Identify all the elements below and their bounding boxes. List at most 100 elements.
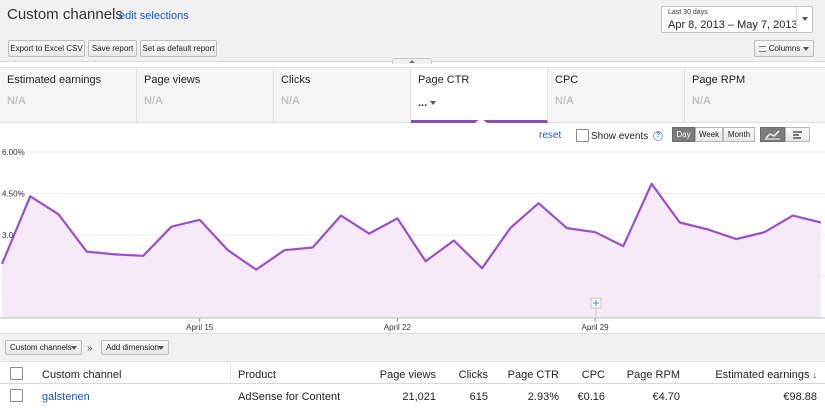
data-point[interactable] [55,211,61,217]
data-point[interactable] [620,243,626,249]
columns-button[interactable]: Columns [754,40,814,57]
granularity-month-button[interactable]: Month [723,127,755,142]
report-header: Custom channels edit selections Last 30 … [0,0,825,62]
metric-label: Clicks [281,74,311,86]
save-report-button[interactable]: Save report [88,40,137,57]
dimension-separator: » [87,343,93,354]
help-icon[interactable]: ? [653,131,663,141]
data-point[interactable] [423,258,429,264]
metric-tile-clicks[interactable]: Clicks N/A [274,68,411,122]
data-point[interactable] [394,215,400,221]
cell-page-rpm: €4.70 [652,391,680,403]
chevron-down-icon [71,346,77,350]
reset-link[interactable]: reset [539,130,561,141]
sort-desc-icon: ↓ [812,370,818,380]
metric-tile-page-rpm[interactable]: Page RPM N/A [685,68,825,122]
show-events-checkbox[interactable] [576,129,589,142]
metric-value: N/A [7,95,26,107]
granularity-day-button[interactable]: Day [672,127,695,142]
data-point[interactable] [168,224,174,230]
cell-cpc: €0.16 [577,391,605,403]
data-point[interactable] [197,217,203,223]
metric-label: Page views [144,74,201,86]
data-point[interactable] [762,229,768,235]
collapse-handle[interactable] [392,58,432,64]
col-page-views[interactable]: Page views [380,369,436,381]
metric-label: CPC [555,74,579,86]
y-tick-label: 6.00% [2,148,25,157]
data-point[interactable] [366,231,372,237]
col-custom-channel[interactable]: Custom channel [42,369,122,381]
row-checkbox[interactable] [10,389,23,402]
chevron-down-icon [158,346,164,350]
data-point[interactable] [536,200,542,206]
data-point[interactable] [338,213,344,219]
metric-label: Page RPM [692,74,746,86]
data-point[interactable] [310,244,316,250]
metric-tile-cpc[interactable]: CPC N/A [548,68,685,122]
metric-tiles: Estimated earnings N/A Page views N/A Cl… [0,67,825,123]
chevron-up-icon [409,60,415,63]
col-page-ctr[interactable]: Page CTR [508,369,559,381]
col-estimated-earnings-label: Estimated earnings [715,369,810,381]
table-header: Custom channel Product Page views Clicks… [0,363,825,384]
dimension-dropdown[interactable]: Custom channels [5,340,82,355]
add-dimension-label: Add dimension [106,343,159,352]
metric-tile-page-ctr[interactable]: Page CTR ... [411,68,548,123]
metric-label: Estimated earnings [7,74,102,86]
metric-tile-page-views[interactable]: Page views N/A [137,68,274,122]
page-title: Custom channels [7,6,123,23]
chevron-down-icon [803,46,810,51]
data-point[interactable] [281,247,287,253]
col-product[interactable]: Product [238,369,276,381]
data-point[interactable] [479,265,485,271]
add-dimension-dropdown[interactable]: Add dimension [101,340,169,355]
column-divider [230,363,231,384]
channel-name-link[interactable]: galstenen [42,391,90,403]
chevron-down-icon [802,17,808,21]
select-all-checkbox[interactable] [10,367,23,380]
columns-label: Columns [768,44,801,53]
data-point[interactable] [790,213,796,219]
data-point[interactable] [225,247,231,253]
col-page-rpm[interactable]: Page RPM [627,369,680,381]
data-point[interactable] [564,225,570,231]
data-point[interactable] [705,226,711,232]
edit-selections-link[interactable]: edit selections [119,10,189,22]
data-point[interactable] [592,229,598,235]
data-point[interactable] [27,193,33,199]
metric-label: Page CTR [418,74,470,86]
date-range-picker[interactable]: Last 30 days Apr 8, 2013 – May 7, 2013 [661,6,813,33]
show-events-label: Show events [591,131,649,142]
data-point[interactable] [112,251,118,257]
cell-product: AdSense for Content [238,391,341,403]
data-point[interactable] [649,181,655,187]
data-point[interactable] [507,225,513,231]
active-tile-notch [475,118,487,123]
date-range-dropdown-arrow[interactable] [796,7,812,32]
data-point[interactable] [818,220,824,226]
cell-page-views: 21,021 [402,391,436,403]
col-cpc[interactable]: CPC [582,369,605,381]
table-chart-toggle[interactable] [785,127,810,142]
data-point[interactable] [84,249,90,255]
metric-value: N/A [144,95,163,107]
dimension-label: Custom channels [10,343,72,352]
data-point[interactable] [253,267,259,273]
set-default-report-button[interactable]: Set as default report [140,40,217,57]
data-point[interactable] [140,253,146,259]
x-tick-label: April 29 [582,323,610,332]
x-tick-label: April 15 [186,323,214,332]
metric-tile-estimated-earnings[interactable]: Estimated earnings N/A [0,68,137,122]
export-csv-button[interactable]: Export to Excel CSV [8,40,85,57]
data-point[interactable] [733,236,739,242]
line-chart-icon [765,130,780,140]
data-point[interactable] [677,220,683,226]
columns-icon [758,45,766,52]
line-chart-toggle[interactable] [760,127,785,142]
col-estimated-earnings[interactable]: Estimated earnings ↓ [715,369,817,381]
data-point[interactable] [451,238,457,244]
granularity-week-button[interactable]: Week [695,127,723,142]
col-clicks[interactable]: Clicks [459,369,488,381]
metric-value[interactable]: ... [418,97,437,109]
